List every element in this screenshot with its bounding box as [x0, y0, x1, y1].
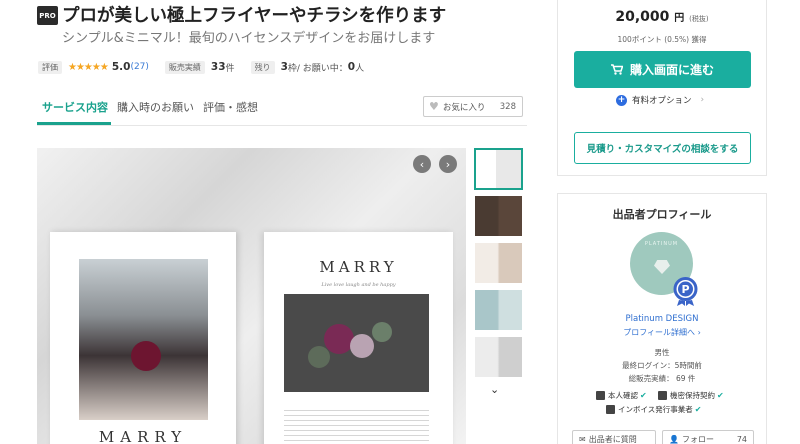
- in-progress-label: / お願い中：: [296, 63, 348, 74]
- seller-profile-card: 出品者プロフィール PLATINUM P Platinum DESIGN プロフ…: [557, 193, 767, 444]
- favorite-label: お気に入り: [442, 102, 486, 113]
- flyer-right-title: MARRY: [319, 258, 398, 276]
- paid-options-label: 有料オプション: [632, 96, 692, 106]
- seller-section-title: 出品者プロフィール: [612, 208, 712, 221]
- invoice-issuer: インボイス発行事業者 ✔: [606, 404, 701, 415]
- flower-image: [350, 334, 374, 358]
- rating-value: 5.0: [111, 61, 131, 73]
- buy-button-label: 購入画面に進む: [629, 63, 714, 77]
- cart-icon: [610, 64, 623, 75]
- in-progress-unit: 人: [355, 63, 365, 74]
- identity-verified-label: 本人確認: [608, 391, 638, 400]
- price: 20,000 円 (税抜): [558, 9, 766, 25]
- favorite-count: 328: [499, 101, 516, 112]
- svg-text:P: P: [681, 283, 689, 296]
- seller-name-link[interactable]: Platinum DESIGN: [558, 314, 766, 324]
- buy-button[interactable]: 購入画面に進む: [574, 51, 751, 88]
- flyer-page-left: MARRY: [50, 232, 236, 444]
- gallery-next-button[interactable]: ›: [439, 155, 457, 173]
- sales-label: 販売実績: [164, 60, 205, 74]
- paid-options-toggle[interactable]: + 有料オプション ›: [616, 94, 704, 106]
- user-plus-icon: 👤: [669, 434, 679, 444]
- remaining-label: 残り: [250, 60, 275, 74]
- purchase-card: 20,000 円 (税抜) 100ポイント (0.5%) 獲得 購入画面に進む …: [557, 0, 767, 176]
- follow-label: フォロー: [681, 434, 714, 444]
- flyer-body-text: [284, 410, 429, 444]
- pro-badge: PRO: [37, 6, 58, 25]
- mail-icon: ✉: [579, 434, 586, 444]
- service-title: プロが美しい極上フライヤーやチラシを作ります: [62, 6, 447, 26]
- seller-gender: 男性: [654, 348, 670, 357]
- flyer-script-text: Live love laugh and be happy: [321, 282, 396, 288]
- check-icon: ✔: [694, 405, 702, 414]
- seller-total-sales: 総販売実績： 69 件: [628, 374, 696, 383]
- service-tabs: サービス内容 購入時のお願い 評価・感想 ♥ お気に入り 328: [37, 92, 527, 126]
- rating-count-link[interactable]: (27): [130, 62, 148, 72]
- bride-photo: [79, 259, 208, 420]
- profile-detail-link[interactable]: プロフィール詳細へ ›: [558, 327, 766, 338]
- price-value: 20,000: [615, 9, 670, 25]
- consult-button[interactable]: 見積り・カスタマイズの相談をする: [574, 132, 751, 164]
- flyer-left-title: MARRY: [98, 428, 188, 444]
- follow-button[interactable]: 👤 フォロー 74: [662, 430, 754, 444]
- identity-verified: 本人確認 ✔: [596, 390, 647, 401]
- points-note: 100ポイント (0.5%) 獲得: [617, 35, 707, 44]
- seller-last-login: 最終ログイン：5時間前: [622, 361, 702, 370]
- nda-label: 機密保持契約: [670, 391, 715, 400]
- thumbnail-3[interactable]: [475, 243, 522, 283]
- active-tab-indicator: [37, 122, 111, 125]
- profile-detail-label: プロフィール詳細へ: [623, 328, 696, 337]
- rose-image: [131, 341, 161, 371]
- plus-icon: +: [616, 94, 627, 106]
- platinum-rank-badge-icon: P: [673, 277, 698, 306]
- flyer-page-right: MARRY Live love laugh and be happy: [264, 232, 453, 444]
- service-subtitle: シンプル&ミニマル！最旬のハイセンスデザインをお届けします: [62, 31, 436, 46]
- gem-icon: [654, 260, 670, 274]
- bouquet-photo: [284, 294, 429, 392]
- gallery-main-image[interactable]: ‹ › MARRY MARRY Live love laugh and be h…: [37, 148, 466, 444]
- avatar-logo-text: PLATINUM: [644, 241, 679, 247]
- leaf-image: [372, 322, 392, 342]
- tab-service-content[interactable]: サービス内容: [42, 99, 108, 115]
- ask-seller-button[interactable]: ✉ 出品者に質問: [572, 430, 656, 444]
- tax-note: (税抜): [689, 15, 709, 23]
- star-rating-icon: ★★★★★: [68, 61, 109, 73]
- invoice-icon: [606, 405, 615, 414]
- ask-seller-label: 出品者に質問: [588, 434, 637, 444]
- flower-image: [324, 324, 354, 354]
- favorite-button[interactable]: ♥ お気に入り 328: [423, 96, 523, 117]
- thumbnail-4[interactable]: [475, 290, 522, 330]
- invoice-label: インボイス発行事業者: [618, 405, 693, 414]
- document-icon: [658, 391, 667, 400]
- chevron-down-icon[interactable]: ⌄: [490, 383, 499, 396]
- chevron-right-icon: ›: [700, 95, 705, 105]
- nda-signed: 機密保持契約 ✔: [658, 390, 724, 401]
- in-progress-value: 0: [347, 61, 356, 73]
- price-currency: 円: [674, 13, 685, 24]
- remaining-unit: 枠: [287, 63, 297, 74]
- sales-count: 33: [210, 61, 226, 73]
- thumbnail-2[interactable]: [475, 196, 522, 236]
- check-icon: ✔: [640, 391, 647, 400]
- sales-unit: 件: [225, 63, 235, 74]
- tab-purchase-requests[interactable]: 購入時のお願い: [117, 99, 194, 115]
- id-card-icon: [596, 391, 605, 400]
- gallery-prev-button[interactable]: ‹: [413, 155, 431, 173]
- chevron-right-icon: ›: [697, 328, 701, 337]
- leaf-image: [308, 346, 330, 368]
- stats-row: 評価 ★★★★★ 5.0 (27) 販売実績 33 件 残り 3 枠 / お願い…: [38, 59, 364, 75]
- check-icon: ✔: [717, 391, 724, 400]
- thumbnail-5[interactable]: [475, 337, 522, 377]
- thumbnail-1[interactable]: [474, 148, 523, 190]
- rating-label: 評価: [38, 60, 62, 74]
- follow-count: 74: [736, 434, 747, 444]
- heart-icon: ♥: [429, 100, 439, 113]
- remaining-value: 3: [280, 61, 288, 73]
- tab-reviews[interactable]: 評価・感想: [203, 99, 258, 115]
